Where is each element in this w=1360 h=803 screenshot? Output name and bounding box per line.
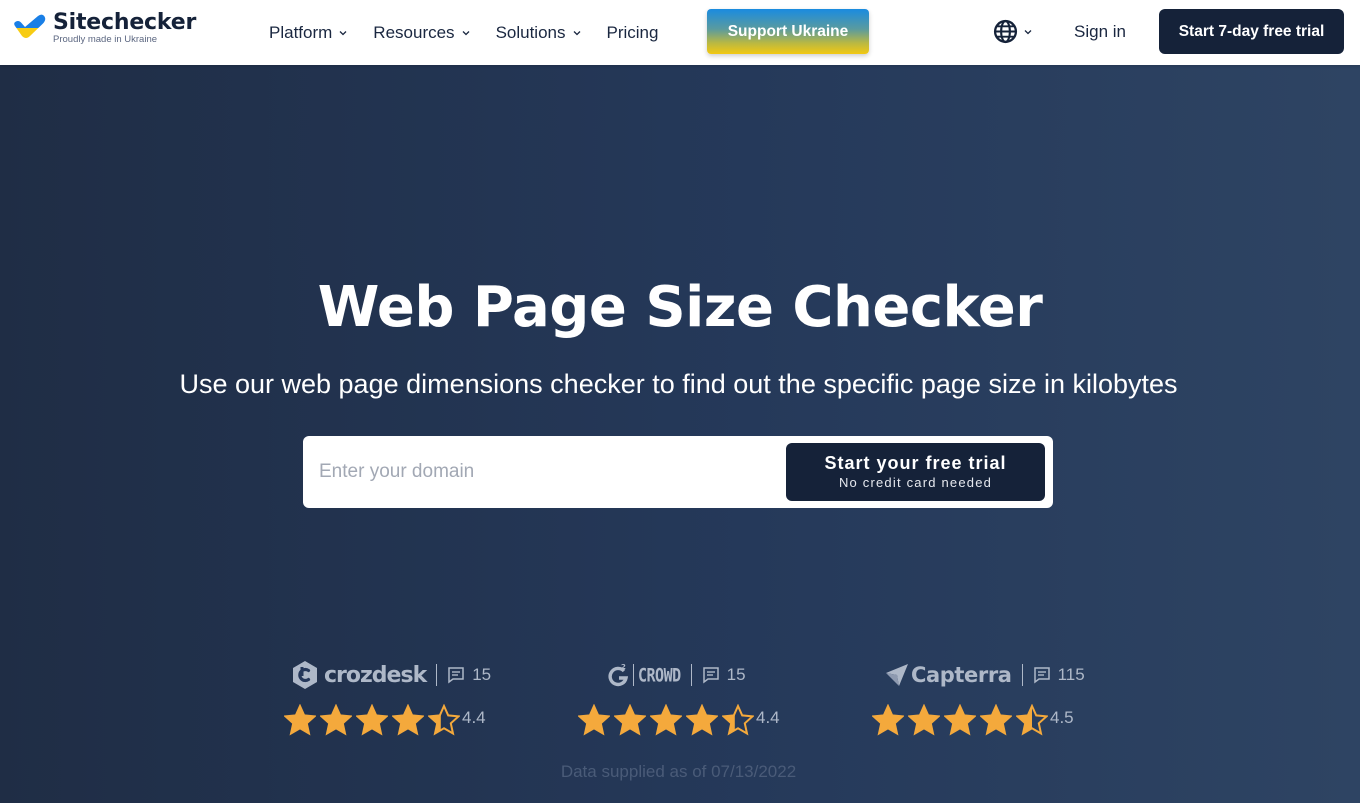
svg-text:2: 2	[621, 663, 626, 671]
star-full-icon	[650, 704, 682, 736]
rating-value: 4.4	[462, 708, 486, 727]
crozdesk-icon	[293, 661, 317, 689]
chevron-down-icon	[462, 30, 470, 35]
crozdesk-logo[interactable]: crozdesk	[291, 660, 427, 690]
star-full-icon	[614, 704, 646, 736]
nav-item-platform[interactable]: Platform	[269, 23, 347, 43]
g2-icon: 2	[608, 663, 629, 687]
star-full-icon	[320, 704, 352, 736]
review-count: 15	[447, 665, 491, 685]
capterra-wordmark: Capterra	[911, 663, 1012, 687]
star-full-icon	[980, 704, 1012, 736]
review-crozdesk: crozdesk 15 4.4	[284, 657, 504, 747]
star-rating: 4.5	[872, 704, 1074, 736]
sign-in-link[interactable]: Sign in	[1074, 22, 1126, 42]
star-full-icon	[872, 704, 904, 736]
review-count-value: 115	[1057, 665, 1085, 684]
start-free-trial-button[interactable]: Start your free trial No credit card nee…	[786, 443, 1045, 501]
review-count: 15	[702, 665, 746, 685]
nav-label: Platform	[269, 22, 333, 42]
sitechecker-logo[interactable]: Sitechecker Proudly made in Ukraine	[12, 11, 196, 45]
capterra-logo[interactable]: Capterra	[885, 662, 1012, 688]
start-trial-button[interactable]: Start 7-day free trial	[1159, 9, 1344, 54]
star-full-icon	[356, 704, 388, 736]
star-partial-icon	[428, 704, 460, 736]
nav-label: Solutions	[495, 22, 566, 42]
star-full-icon	[686, 704, 718, 736]
g2crowd-logo[interactable]: 2 CROWD	[608, 662, 681, 688]
comment-icon	[702, 667, 719, 684]
cta-main-label: Start your free trial	[824, 453, 1007, 473]
g2crowd-wordmark: CROWD	[638, 663, 681, 687]
nav-label: Resources	[373, 22, 455, 42]
data-supplied-note: Data supplied as of 07/13/2022	[560, 762, 797, 781]
review-count: 115	[1033, 665, 1085, 685]
chevron-down-icon	[339, 30, 347, 35]
rating-value: 4.5	[1050, 708, 1074, 727]
heart-check-logo-icon	[14, 14, 46, 38]
review-capterra: Capterra 115 4.5	[872, 657, 1092, 747]
divider	[436, 664, 438, 686]
main-nav: Platform Resources Solutions Pricing	[269, 0, 658, 65]
brand-tagline: Proudly made in Ukraine	[53, 34, 158, 45]
brand-name: Sitechecker	[53, 10, 197, 35]
review-count-value: 15	[472, 665, 492, 684]
comment-icon	[448, 667, 464, 684]
rating-value: 4.4	[756, 708, 780, 727]
top-navigation-bar: Sitechecker Proudly made in Ukraine Plat…	[0, 0, 1360, 65]
nav-label: Pricing	[606, 22, 659, 42]
capterra-arrow-icon	[886, 664, 908, 686]
hero-section: Web Page Size Checker Use our web page d…	[0, 65, 1360, 803]
crozdesk-wordmark: crozdesk	[324, 662, 427, 688]
globe-icon	[993, 19, 1018, 44]
nav-item-pricing[interactable]: Pricing	[607, 23, 659, 43]
cta-sub-label: No credit card needed	[838, 475, 993, 490]
support-ukraine-button[interactable]: Support Ukraine	[707, 9, 869, 54]
comment-icon	[1033, 667, 1050, 684]
star-full-icon	[944, 704, 976, 736]
divider	[1021, 664, 1023, 686]
star-full-icon	[284, 704, 316, 736]
g2-separator	[633, 664, 634, 686]
star-full-icon	[908, 704, 940, 736]
star-full-icon	[392, 704, 424, 736]
star-partial-icon	[1016, 704, 1048, 736]
page-title: Web Page Size Checker	[317, 275, 1043, 340]
star-full-icon	[578, 704, 610, 736]
page-subtitle: Use our web page dimensions checker to f…	[179, 369, 1178, 399]
chevron-down-icon	[573, 30, 580, 35]
nav-item-solutions[interactable]: Solutions	[496, 23, 581, 43]
chevron-down-icon	[1024, 29, 1032, 34]
domain-search-form: Start your free trial No credit card nee…	[303, 436, 1053, 508]
language-selector[interactable]	[993, 19, 1032, 44]
review-count-value: 15	[726, 665, 746, 684]
review-g2crowd: 2 CROWD 15 4.4	[578, 657, 798, 747]
star-rating: 4.4	[284, 704, 486, 736]
star-partial-icon	[722, 704, 754, 736]
nav-item-resources[interactable]: Resources	[373, 22, 470, 43]
star-rating: 4.4	[578, 704, 780, 736]
divider	[690, 664, 692, 686]
domain-input[interactable]	[319, 450, 779, 494]
